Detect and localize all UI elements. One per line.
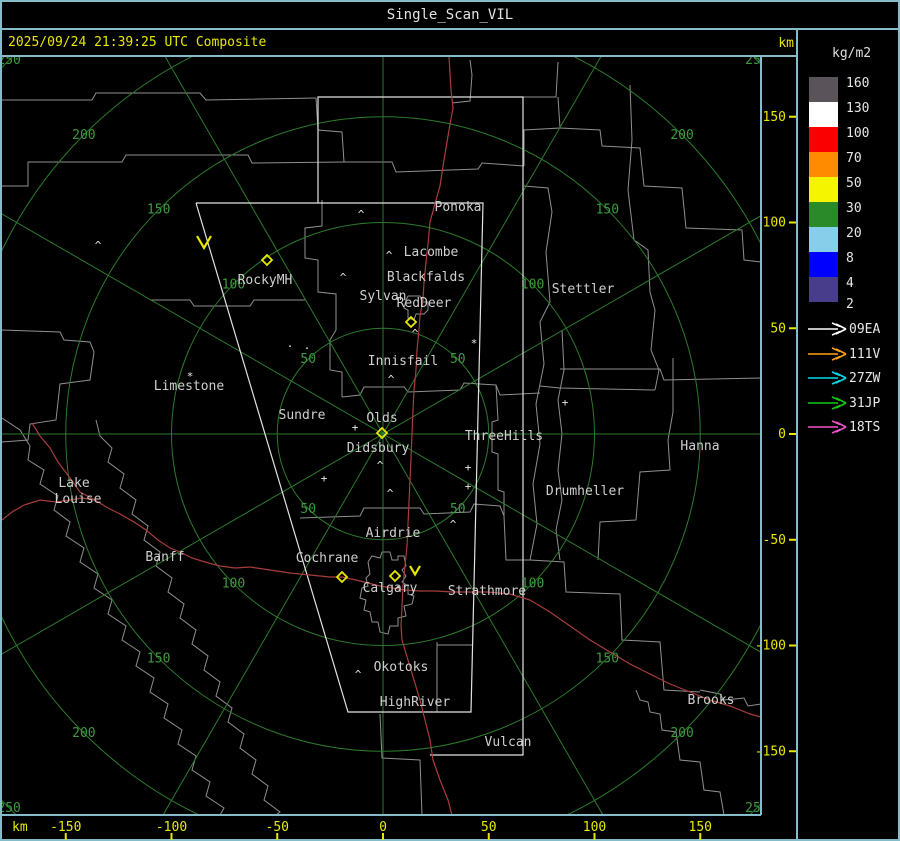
county-boundary-line — [491, 384, 530, 561]
town-marker: ^ — [388, 373, 395, 386]
city-label: Drumheller — [546, 484, 624, 499]
city-label: Strathmore — [448, 584, 526, 599]
range-ring-label: 150 — [147, 651, 170, 666]
city-label: Olds — [366, 411, 397, 426]
county-boundary-line — [522, 61, 559, 98]
city-label: Innisfail — [368, 354, 438, 369]
county-boundary-line — [150, 299, 305, 307]
range-ring-label: 250 — [745, 801, 768, 816]
range-ring-label: 150 — [596, 203, 619, 218]
radar-map[interactable]: 50 50 50 50 100 100 100 100 150 150 150 150 200 200 20… — [0, 0, 900, 841]
city-label: Sundre — [279, 408, 326, 423]
yellow-arrow-marker — [409, 565, 421, 577]
county-boundary-line — [2, 92, 317, 101]
bottom-axis-tick-label: 0 — [379, 820, 387, 835]
range-ring-label: 100 — [222, 577, 245, 592]
town-marker: . — [304, 339, 311, 352]
town-marker: ^ — [412, 327, 419, 340]
city-label: Okotoks — [374, 660, 429, 675]
city-label: Brooks — [688, 693, 735, 708]
bottom-axis-tick-label: -100 — [156, 820, 187, 835]
city-label: Louise — [55, 492, 102, 507]
range-ring-label: 100 — [521, 277, 544, 292]
right-axis-tick-label: -150 — [755, 744, 786, 759]
right-axis-tick-label: -50 — [763, 533, 786, 548]
county-boundary-line — [2, 417, 225, 815]
town-marker: + — [465, 480, 472, 493]
county-boundary-line — [529, 559, 701, 693]
city-label: RedDeer — [397, 296, 452, 311]
city-label: Lacombe — [404, 245, 459, 260]
city-label: Airdrie — [366, 526, 421, 541]
town-marker: + — [465, 461, 472, 474]
city-label: Cochrane — [296, 551, 359, 566]
bottom-axis-tick-label: 150 — [689, 820, 712, 835]
range-ring-label: 150 — [596, 651, 619, 666]
range-ring-label: 200 — [670, 726, 693, 741]
right-axis-tick-label: 100 — [763, 216, 786, 231]
town-marker: ^ — [95, 239, 102, 252]
county-boundary-line — [315, 97, 345, 163]
right-axis-tick-label: 50 — [770, 321, 786, 336]
range-ring-label: 50 — [450, 352, 466, 367]
county-boundary-line — [379, 713, 423, 815]
city-label: Vulcan — [485, 735, 532, 750]
town-marker: ^ — [377, 459, 384, 472]
town-marker: ^ — [387, 487, 394, 500]
city-label: Calgary — [363, 581, 418, 596]
county-boundary-line — [635, 689, 725, 815]
county-boundary-line — [559, 127, 761, 263]
city-label: Banff — [145, 550, 184, 565]
county-boundary-line — [2, 329, 95, 443]
city-label: Stettler — [552, 282, 615, 297]
county-boundary-line — [555, 329, 565, 561]
bottom-axis-tick-label: -50 — [266, 820, 289, 835]
range-ring-label: 50 — [300, 352, 316, 367]
city-label: Ponoka — [435, 200, 482, 215]
town-marker: ^ — [450, 518, 457, 531]
range-ring-label: 200 — [72, 726, 95, 741]
town-marker: ^ — [358, 208, 365, 221]
town-marker: + — [352, 421, 359, 434]
right-axis-tick-label: -100 — [755, 639, 786, 654]
city-label: Didsbury — [347, 441, 410, 456]
county-boundary-line — [2, 154, 345, 187]
county-boundary-line — [344, 161, 525, 173]
city-label: HighRiver — [380, 695, 451, 710]
range-ring-label: 50 — [300, 502, 316, 517]
town-marker: + — [562, 396, 569, 409]
range-ring-label: 200 — [72, 128, 95, 143]
county-boundary-line — [523, 96, 561, 166]
city-label: Blackfalds — [387, 270, 465, 285]
town-marker: * — [471, 337, 478, 350]
bottom-axis-tick-label: -150 — [50, 820, 81, 835]
county-boundary-line — [304, 200, 343, 397]
town-marker: ^ — [386, 249, 393, 262]
radar-application-window: Single_Scan_VIL 2025/09/24 21:39:25 UTC … — [0, 0, 900, 841]
town-marker: ^ — [355, 668, 362, 681]
range-ring-label: 50 — [450, 502, 466, 517]
county-boundary-line — [560, 368, 761, 381]
right-axis-tick-label: 150 — [763, 110, 786, 125]
bottom-axis-tick-label: 100 — [583, 820, 606, 835]
city-label: Limestone — [154, 379, 225, 394]
town-marker: + — [321, 472, 328, 485]
town-marker: . — [287, 337, 294, 350]
county-boundary-line — [597, 358, 674, 561]
county-boundary-line — [539, 385, 656, 391]
range-ring-label: 150 — [147, 203, 170, 218]
right-axis-tick-label: 0 — [778, 427, 786, 442]
bottom-axis-tick-label: 50 — [481, 820, 497, 835]
town-marker: ^ — [340, 271, 347, 284]
city-label: Lake — [58, 476, 89, 491]
city-label: ThreeHills — [465, 429, 543, 444]
city-label: Hanna — [680, 439, 719, 454]
county-boundary-line — [523, 185, 553, 561]
radar-site-marker — [388, 569, 402, 583]
range-ring-label: 200 — [670, 128, 693, 143]
county-boundary-line — [341, 382, 541, 398]
county-boundary-line — [299, 503, 505, 519]
range-ring-label: 250 — [0, 801, 21, 816]
city-label: RockyMH — [238, 273, 293, 288]
